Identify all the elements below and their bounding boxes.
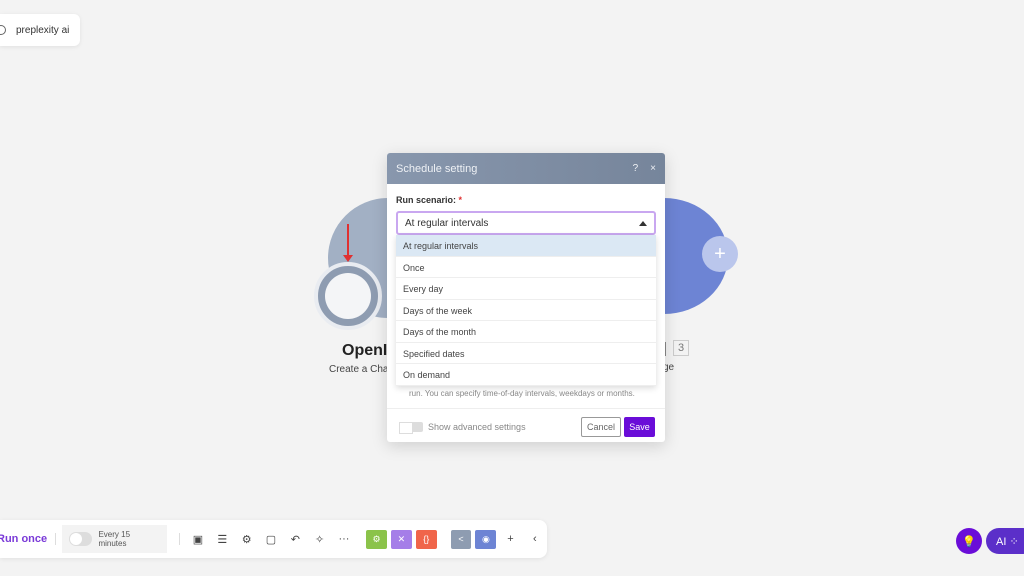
text-parser-button[interactable]: {} [415, 529, 437, 549]
ai-button[interactable]: AI ⁘ [986, 528, 1024, 554]
share-button[interactable]: < [450, 529, 472, 549]
run-scenario-options: At regular intervals Once Every day Days… [396, 235, 656, 386]
option-once[interactable]: Once [396, 257, 656, 278]
plus-icon[interactable]: + [498, 533, 522, 545]
cancel-button[interactable]: Cancel [581, 417, 621, 437]
option-specified-dates[interactable]: Specified dates [396, 343, 656, 364]
module-badge: 3 [673, 340, 689, 356]
table-icon[interactable]: ☰ [210, 533, 234, 546]
discord-button[interactable]: ◉ [475, 529, 497, 549]
red-arrow-annotation [343, 224, 353, 262]
option-days-of-week[interactable]: Days of the week [396, 300, 656, 321]
dialog-title: Schedule setting [396, 162, 478, 175]
schedule-label: Every 15 minutes [98, 530, 131, 548]
tools-button[interactable]: ⚙ [366, 529, 387, 549]
module-title: OpenI [342, 342, 388, 359]
add-module-button[interactable]: + [702, 236, 738, 272]
bottom-toolbar: Run once Every 15 minutes ▣ ☰ ⚙ ▢ ↶ ✧ ··… [0, 520, 547, 558]
scenario-name-tag[interactable]: preplexity ai [0, 14, 80, 46]
advanced-settings-toggle[interactable] [399, 422, 423, 434]
clock-icon[interactable] [314, 262, 382, 330]
save-button[interactable]: Save [624, 417, 655, 437]
divider [54, 533, 56, 545]
schedule-toggle[interactable]: Every 15 minutes [61, 525, 167, 553]
divider [178, 533, 180, 545]
toggle-switch[interactable] [68, 532, 93, 546]
advanced-settings-label: Show advanced settings [428, 422, 526, 432]
option-at-regular-intervals[interactable]: At regular intervals [396, 235, 656, 257]
module-subtitle: Create a Cha [329, 364, 389, 375]
help-icon[interactable]: ? [633, 163, 639, 174]
more-icon[interactable]: ··· [332, 533, 356, 545]
save-icon[interactable]: ▣ [186, 533, 210, 546]
lightbulb-icon[interactable]: 💡 [956, 528, 982, 554]
caret-up-icon [639, 221, 647, 226]
run-once-button[interactable]: Run once [0, 533, 49, 545]
undo-icon[interactable]: ↶ [283, 533, 307, 546]
note-icon[interactable]: ▢ [259, 533, 283, 546]
option-on-demand[interactable]: On demand [396, 364, 656, 386]
back-icon[interactable] [0, 25, 6, 35]
collapse-icon[interactable]: ‹ [523, 533, 547, 545]
option-every-day[interactable]: Every day [396, 278, 656, 300]
help-text: run. You can specify time-of-day interva… [409, 389, 635, 398]
run-scenario-label: Run scenario: * [396, 195, 463, 205]
schedule-dialog: Schedule setting ? × Run scenario: * At … [387, 153, 665, 442]
dialog-footer: Show advanced settings Cancel Save [387, 408, 665, 442]
gear-icon[interactable]: ⚙ [234, 533, 258, 546]
scenario-name: preplexity ai [16, 24, 70, 36]
close-icon[interactable]: × [650, 163, 656, 174]
flow-control-button[interactable]: ✕ [390, 529, 412, 549]
option-days-of-month[interactable]: Days of the month [396, 321, 656, 343]
dialog-header: Schedule setting ? × [387, 153, 665, 184]
run-scenario-select[interactable]: At regular intervals [396, 211, 656, 235]
magic-wand-icon[interactable]: ✧ [307, 533, 331, 546]
